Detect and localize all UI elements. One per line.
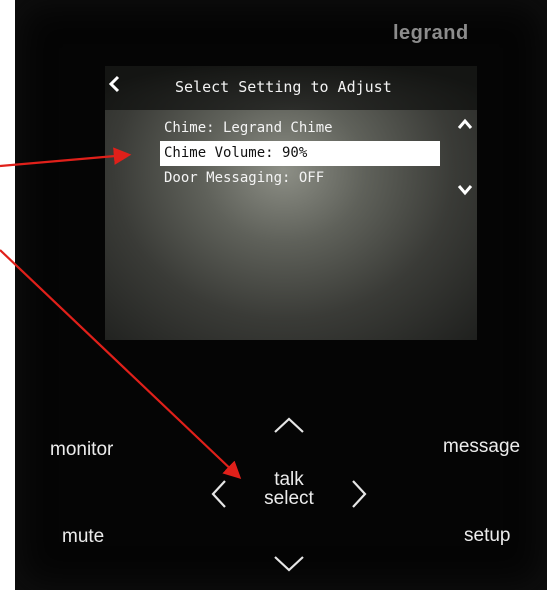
screen-title: Select Setting to Adjust (175, 78, 392, 96)
nav-left-icon[interactable] (210, 478, 228, 510)
display-screen: Select Setting to Adjust Chime: Legrand … (105, 66, 477, 340)
brand-logo: legrand (393, 22, 469, 44)
talk-label: talk (274, 469, 304, 490)
intercom-panel: legrand Select Setting to Adjust Chime: … (15, 0, 547, 590)
list-item-chime[interactable]: Chime: Legrand Chime (160, 116, 440, 141)
list-item-door-messaging[interactable]: Door Messaging: OFF (160, 166, 440, 191)
nav-right-icon[interactable] (350, 478, 368, 510)
talk-select-button[interactable]: talk select (255, 470, 323, 508)
chevron-left-icon[interactable] (107, 74, 123, 94)
chevron-down-icon[interactable] (457, 184, 473, 196)
select-label: select (264, 488, 314, 509)
nav-up-icon[interactable] (272, 414, 306, 436)
nav-down-icon[interactable] (272, 553, 306, 575)
monitor-button[interactable]: monitor (50, 439, 113, 461)
list-item-chime-volume[interactable]: Chime Volume: 90% (160, 141, 440, 166)
message-button[interactable]: message (443, 436, 520, 458)
settings-list: Chime: Legrand Chime Chime Volume: 90% D… (160, 116, 440, 191)
mute-button[interactable]: mute (62, 526, 104, 548)
chevron-up-icon[interactable] (457, 118, 473, 130)
setup-button[interactable]: setup (464, 525, 510, 547)
